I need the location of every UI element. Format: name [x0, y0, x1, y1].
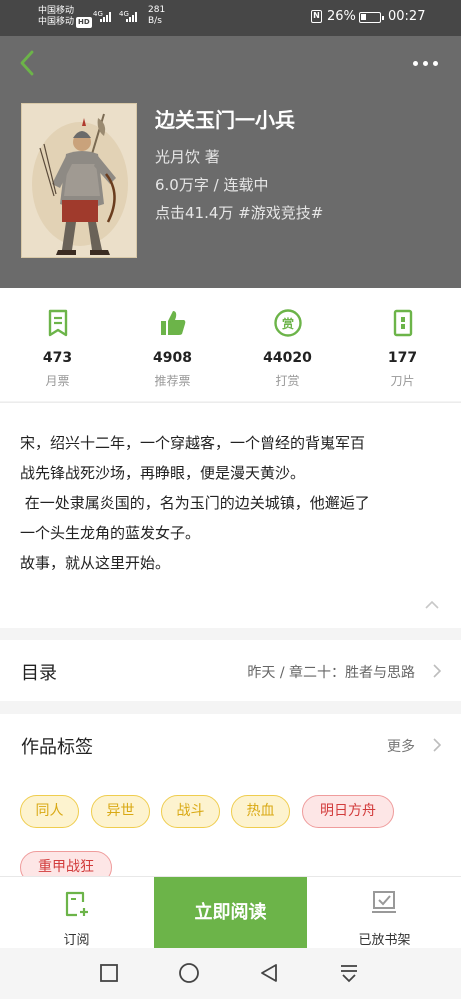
system-nav-bar: [0, 948, 461, 999]
stat-label: 刀片: [390, 374, 415, 388]
signal-icon: [126, 12, 137, 22]
blade-icon: [393, 309, 413, 337]
synopsis[interactable]: 宋，绍兴十二年，一个穿越客，一个曾经的背嵬军百 战先锋战死沙场，再睁眼，便是漫天…: [0, 402, 461, 628]
synopsis-line: 战先锋战死沙场，再睁眼，便是漫天黄沙。: [20, 464, 306, 482]
table-of-contents-row[interactable]: 目录 昨天 / 章二十：胜者与思路: [0, 640, 461, 701]
stat-reward[interactable]: 赏 44020 打赏: [230, 288, 345, 401]
chevron-up-icon[interactable]: [424, 600, 440, 610]
stat-label: 打赏: [275, 374, 300, 388]
book-word-count: 6.0万字 / 连载中: [155, 176, 269, 194]
stat-value: 177: [387, 350, 418, 366]
synopsis-line: 一个头生龙角的蓝发女子。: [20, 524, 201, 542]
back-button[interactable]: [14, 48, 42, 78]
tag-chip[interactable]: 异世: [91, 795, 150, 828]
read-now-button[interactable]: 立即阅读: [154, 877, 307, 949]
book-title: 边关玉门一小兵: [155, 108, 295, 132]
tag-chip[interactable]: 同人: [20, 795, 79, 828]
status-bar: 中国移动 中国移动 HD 4G 4G 281 B/s N 26% 00:27: [0, 0, 461, 36]
speed-unit: B/s: [148, 16, 162, 26]
tags-section: 作品标签 更多 同人 异世 战斗 热血 明日方舟 重甲战狂: [0, 714, 461, 884]
chevron-left-icon: [20, 50, 34, 76]
book-author[interactable]: 光月饮 著: [155, 146, 220, 167]
stat-value: 4908: [153, 350, 192, 366]
stat-value: 44020: [263, 350, 312, 366]
stat-recommend[interactable]: 4908 推荐票: [115, 288, 230, 401]
monthly-ticket-icon: [48, 309, 68, 337]
cover-illustration: [22, 104, 136, 257]
stat-label: 推荐票: [154, 374, 191, 388]
battery-percent: 26%: [327, 9, 356, 24]
more-dots-icon: [412, 60, 418, 66]
subscribe-button[interactable]: 订阅: [0, 877, 153, 949]
tag-chip[interactable]: 明日方舟: [302, 795, 394, 828]
stat-monthly-ticket[interactable]: 473 月票: [0, 288, 115, 401]
book-header: 中国移动 中国移动 HD 4G 4G 281 B/s N 26% 00:27 边…: [0, 0, 461, 288]
stat-value: 473: [42, 350, 73, 366]
toc-latest-chapter: 昨天 / 章二十：胜者与思路: [247, 665, 415, 681]
bottom-action-bar: 订阅 立即阅读 已放书架: [0, 876, 461, 949]
clock: 00:27: [388, 9, 426, 24]
carrier-info: 中国移动 中国移动 HD: [38, 6, 92, 28]
bookshelf-check-icon: [372, 891, 396, 913]
chevron-right-icon[interactable]: [432, 738, 441, 752]
synopsis-line: 宋，绍兴十二年，一个穿越客，一个曾经的背嵬军百: [20, 434, 366, 452]
toc-title: 目录: [21, 663, 57, 684]
network-speed: 281 B/s: [148, 5, 165, 27]
book-clicks: 点击41.4万 #游戏竞技#: [155, 204, 324, 222]
signal-icon: [100, 12, 111, 22]
bookshelf-label: 已放书架: [358, 933, 411, 948]
subscribe-label: 订阅: [63, 933, 90, 948]
book-cover[interactable]: [21, 103, 137, 258]
synopsis-text: 宋，绍兴十二年，一个穿越客，一个曾经的背嵬军百 战先锋战死沙场，再睁眼，便是漫天…: [20, 428, 445, 578]
battery-icon: [359, 12, 384, 23]
tag-chip[interactable]: 战斗: [161, 795, 220, 828]
stat-blade[interactable]: 177 刀片: [345, 288, 460, 401]
synopsis-line: 在一处隶属炎国的，名为玉门的边关城镇，他邂逅了: [20, 494, 370, 512]
carrier-2: 中国移动: [38, 17, 75, 27]
carrier-1: 中国移动: [38, 6, 75, 16]
book-stats: 473 月票 4908 推荐票 赏 44020 打赏 177 刀片: [0, 288, 461, 401]
pull-down-icon[interactable]: [338, 962, 360, 984]
stat-label: 月票: [45, 374, 70, 388]
hd-badge: HD: [76, 17, 92, 28]
tags-title: 作品标签: [21, 737, 93, 758]
triangle-back-icon[interactable]: [258, 962, 280, 984]
speed-value: 281: [148, 5, 166, 15]
more-button[interactable]: [408, 52, 442, 74]
thumbs-up-icon: [161, 311, 186, 335]
circle-icon[interactable]: [178, 962, 200, 984]
tag-chip[interactable]: 热血: [231, 795, 290, 828]
nfc-icon: N: [311, 10, 322, 23]
subscribe-icon: [65, 891, 88, 917]
tags-more-link[interactable]: 更多: [387, 736, 415, 756]
svg-text:赏: 赏: [282, 316, 294, 331]
chevron-right-icon: [433, 664, 441, 678]
reward-coin-icon: 赏: [274, 309, 302, 337]
square-icon[interactable]: [98, 962, 120, 984]
synopsis-line: 故事，就从这里开始。: [20, 554, 171, 572]
bookshelf-button[interactable]: 已放书架: [308, 877, 461, 949]
